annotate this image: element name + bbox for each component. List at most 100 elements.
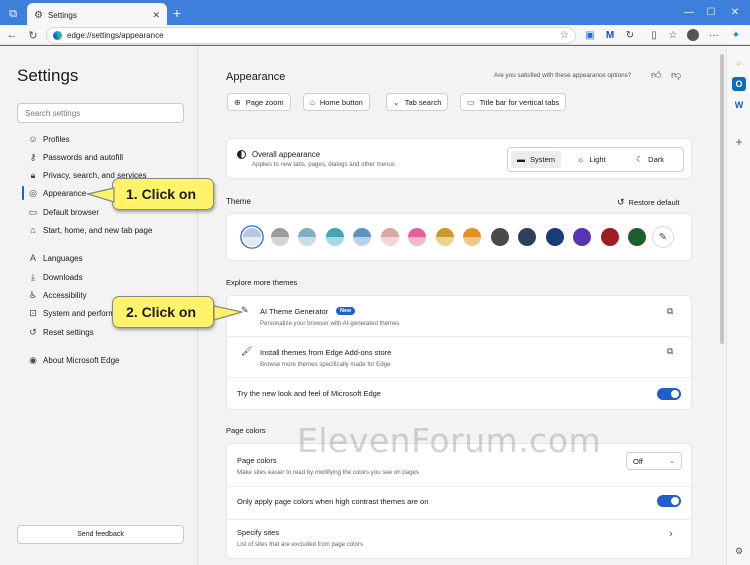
sidebar-item-accessibility[interactable]: ♿︎ Accessibility (28, 288, 87, 302)
minimize-button[interactable]: — (680, 5, 698, 19)
sidebar-item-appearance[interactable]: ◎ Appearance (28, 186, 86, 200)
maximize-button[interactable]: ☐ (702, 5, 720, 19)
page-title: Settings (17, 66, 79, 85)
open-external-icon[interactable]: ⧉ (667, 346, 673, 357)
edge-icon: ◉ (29, 354, 37, 365)
lock-icon: 🔒︎ (30, 169, 36, 180)
theme-swatch[interactable] (380, 228, 399, 246)
refresh-button[interactable]: ↻ (25, 27, 41, 43)
workspaces-icon[interactable]: ⧉ (4, 6, 22, 22)
settings-page: Settings ☺Profiles ⚷Passwords and autofi… (0, 46, 718, 565)
theme-swatch[interactable] (298, 228, 316, 246)
active-indicator (22, 186, 24, 200)
accessibility-icon: ♿︎ (28, 289, 38, 300)
profile-avatar[interactable] (685, 27, 701, 43)
specify-sites-title[interactable]: Specify sites (237, 528, 279, 537)
open-external-icon[interactable]: ⧉ (667, 306, 673, 317)
theme-swatch[interactable] (325, 228, 344, 246)
zoom-icon: ⊕ (234, 97, 241, 107)
overall-appearance-card: Overall appearance Applies to new tabs, … (226, 138, 692, 179)
sidebar-item-profiles[interactable]: ☺ Profiles (28, 132, 69, 146)
sidebar-item-default-browser[interactable]: ▭ Default browser (28, 205, 99, 219)
chevron-down-icon: ⌄ (669, 458, 675, 465)
theme-swatch[interactable] (600, 228, 619, 246)
browser-tab[interactable]: ⚙ Settings ✕ (27, 3, 167, 27)
theme-swatch[interactable] (490, 228, 509, 246)
sidebar-item-about[interactable]: ◉ About Microsoft Edge (28, 353, 119, 367)
callout-2-arrow (213, 305, 243, 321)
favorites-icon[interactable]: ☆ (665, 27, 681, 43)
new-tab-button[interactable]: + (170, 5, 184, 21)
restore-default-link[interactable]: ↺ Restore default (617, 197, 679, 208)
close-window-button[interactable]: ✕ (726, 5, 744, 19)
person-icon: ☺ (28, 134, 38, 144)
page-zoom-button[interactable]: ⊕ Page zoom (227, 93, 291, 111)
page-colors-desc: Make sites easier to read by modifying t… (237, 469, 419, 476)
theme-swatch[interactable] (353, 228, 371, 246)
close-tab-icon[interactable]: ✕ (152, 10, 160, 21)
chevron-right-icon[interactable]: › (669, 528, 673, 540)
theme-swatch[interactable] (573, 228, 591, 246)
page-colors-title: Page colors (237, 456, 277, 465)
theme-swatch[interactable] (518, 228, 536, 246)
add-icon[interactable]: + (732, 135, 746, 149)
theme-swatch[interactable] (463, 228, 481, 246)
high-contrast-label: Only apply page colors when high contras… (237, 497, 429, 506)
callout-1-arrow (86, 187, 115, 203)
gear-icon[interactable]: ⚙ (732, 544, 746, 558)
sidebar-item-passwords[interactable]: ⚷ Passwords and autofill (28, 150, 123, 164)
theme-swatch[interactable] (408, 228, 426, 246)
edge-sidebar-rail: ⌕ O W + ⚙ (726, 46, 750, 565)
reading-view-icon[interactable]: ▯ (646, 27, 662, 43)
light-option[interactable]: ☼ Light (571, 151, 612, 168)
sidebar-item-reset[interactable]: ↺ Reset settings (28, 325, 93, 339)
outlook-icon[interactable]: O (732, 77, 746, 91)
scrollbar[interactable] (718, 46, 726, 565)
theme-swatch[interactable] (435, 228, 454, 246)
dark-option[interactable]: ☾ Dark (630, 151, 670, 168)
custom-theme-pen-icon[interactable]: ✎ (652, 226, 674, 248)
addons-store-title[interactable]: Install themes from Edge Add-ons store (260, 348, 391, 357)
contrast-icon (237, 150, 246, 159)
word-icon[interactable]: W (732, 98, 746, 112)
page-colors-select[interactable]: Off ⌄ (626, 452, 682, 470)
theme-swatch[interactable] (545, 228, 564, 246)
moon-icon: ☾ (636, 155, 644, 164)
restore-icon: ↺ (617, 197, 625, 207)
new-look-toggle[interactable] (657, 388, 681, 400)
page-colors-card: Page colors Make sites easier to read by… (226, 443, 693, 559)
more-menu-icon[interactable]: ··· (706, 27, 722, 43)
system-option[interactable]: ▬ System (511, 151, 562, 168)
key-icon: ⚷ (29, 151, 37, 162)
theme-swatch[interactable] (270, 228, 289, 246)
search-input[interactable] (17, 103, 184, 123)
copilot-icon[interactable]: ✦ (728, 27, 744, 43)
tab-search-button[interactable]: ⌄ Tab search (386, 93, 449, 111)
main-content: Appearance Are you satisfied with these … (199, 46, 718, 565)
split-screen-icon[interactable]: ▣ (582, 27, 598, 43)
send-feedback-button[interactable]: Send feedback (17, 525, 184, 544)
address-bar[interactable]: edge://settings/appearance ☆ (46, 27, 576, 44)
divider (227, 377, 693, 378)
sidebar-item-languages[interactable]: A Languages (28, 251, 83, 265)
search-icon[interactable]: ⌕ (732, 56, 746, 70)
overall-appearance-desc: Applies to new tabs, pages, dialogs and … (252, 161, 395, 168)
ai-theme-generator-title[interactable]: AI Theme Generator (260, 307, 328, 316)
extension-icon[interactable]: ↻ (622, 27, 638, 43)
home-button-button[interactable]: ⌂ Home button (303, 93, 370, 111)
theme-swatch[interactable] (243, 228, 261, 246)
page-colors-heading: Page colors (226, 426, 266, 435)
malwarebytes-icon[interactable]: M (602, 27, 618, 43)
scrollbar-thumb[interactable] (720, 54, 724, 344)
favorite-star-icon[interactable]: ☆ (560, 30, 569, 41)
gear-icon: ⚙ (34, 9, 43, 21)
callout-2: 2. Click on (112, 296, 214, 328)
sidebar-item-start-home[interactable]: ⌂ Start, home, and new tab page (28, 223, 152, 237)
title-bar-vertical-tabs-button[interactable]: ▭ Title bar for vertical tabs (460, 93, 567, 111)
theme-swatch[interactable] (628, 228, 646, 246)
back-button[interactable]: ← (4, 27, 20, 43)
sidebar-item-downloads[interactable]: ⤓ Downloads (28, 270, 83, 284)
thumbs-up-icon[interactable]: 👍︎ (651, 69, 661, 81)
high-contrast-toggle[interactable] (657, 495, 681, 507)
thumbs-down-icon[interactable]: 👎︎ (671, 69, 681, 81)
